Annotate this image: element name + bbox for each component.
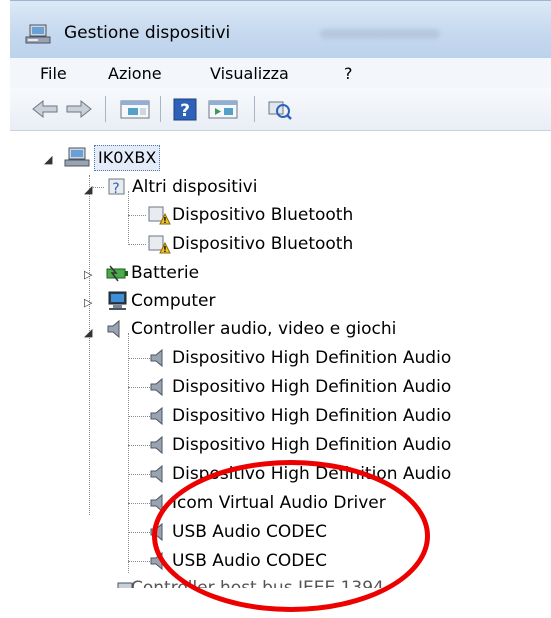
tree-guide-line (89, 175, 90, 515)
tree-root-ik0xbx[interactable]: IK0XBX (94, 145, 161, 171)
speaker-icon (150, 435, 163, 455)
red-annotation-circle (152, 460, 430, 612)
toolbar-separator (160, 96, 161, 122)
toolbar: ? (10, 88, 551, 131)
properties-icon[interactable] (206, 96, 240, 122)
svg-text:!: ! (163, 216, 167, 225)
speaker-icon (150, 377, 163, 397)
tree-guide-line (128, 244, 146, 245)
tree-item-controller-audio[interactable]: Controller audio, video e giochi (131, 317, 396, 341)
svg-text:!: ! (163, 245, 167, 254)
battery-icon (106, 265, 128, 282)
tree-guide-line (128, 333, 129, 573)
forward-icon[interactable] (64, 96, 94, 122)
help-glyph: ? (180, 101, 190, 121)
speaker-icon (107, 319, 120, 339)
help-icon[interactable]: ? (170, 96, 200, 122)
speaker-icon (150, 464, 163, 484)
tree-item-batterie[interactable]: Batterie (131, 261, 199, 285)
menu-file[interactable]: File (40, 64, 67, 83)
tree-guide-line (92, 187, 104, 188)
toolbar-separator (254, 96, 255, 122)
window-title: Gestione dispositivi (64, 23, 231, 43)
computer-root-icon (64, 147, 90, 167)
show-hide-console-tree-icon[interactable] (118, 96, 152, 122)
back-icon[interactable] (30, 96, 60, 122)
tree-item-computer[interactable]: Computer (131, 289, 216, 313)
menu-bar: File Azione Visualizza ? (10, 58, 551, 89)
collapse-arrow-icon[interactable]: ◢ (44, 153, 52, 166)
menu-visualizza[interactable]: Visualizza (210, 64, 289, 83)
expand-arrow-icon[interactable]: ▷ (84, 296, 92, 309)
bluetooth-warning-icon: ! (148, 206, 171, 225)
menu-azione[interactable]: Azione (108, 64, 162, 83)
tree-item-altri-dispositivi[interactable]: Altri dispositivi (132, 175, 257, 199)
expand-arrow-icon[interactable]: ▷ (84, 268, 92, 281)
svg-text:?: ? (112, 181, 119, 197)
tree-item-hd-audio-2[interactable]: Dispositivo High Definition Audio (172, 375, 451, 399)
speaker-icon (150, 348, 163, 368)
tree-guide-line (128, 191, 129, 245)
bluetooth-warning-icon: ! (148, 235, 171, 254)
tree-item-bluetooth-2[interactable]: Dispositivo Bluetooth (172, 232, 353, 256)
menu-help[interactable]: ? (344, 64, 353, 83)
scan-hardware-icon[interactable] (264, 96, 294, 122)
collapse-arrow-icon[interactable]: ◢ (84, 326, 92, 339)
unknown-device-icon: ? (108, 178, 125, 197)
tree-item-hd-audio-1[interactable]: Dispositivo High Definition Audio (172, 346, 451, 370)
device-manager-icon (25, 24, 51, 44)
collapse-arrow-icon[interactable]: ◢ (84, 183, 92, 196)
speaker-icon (150, 406, 163, 426)
tree-item-hd-audio-3[interactable]: Dispositivo High Definition Audio (172, 404, 451, 428)
blurred-title-text (320, 29, 440, 39)
tree-item-hd-audio-4[interactable]: Dispositivo High Definition Audio (172, 433, 451, 457)
title-bar: Gestione dispositivi (10, 0, 551, 59)
computer-icon (108, 291, 127, 310)
tree-guide-line (128, 215, 146, 216)
tree-item-bluetooth-1[interactable]: Dispositivo Bluetooth (172, 203, 353, 227)
toolbar-separator (105, 96, 106, 122)
